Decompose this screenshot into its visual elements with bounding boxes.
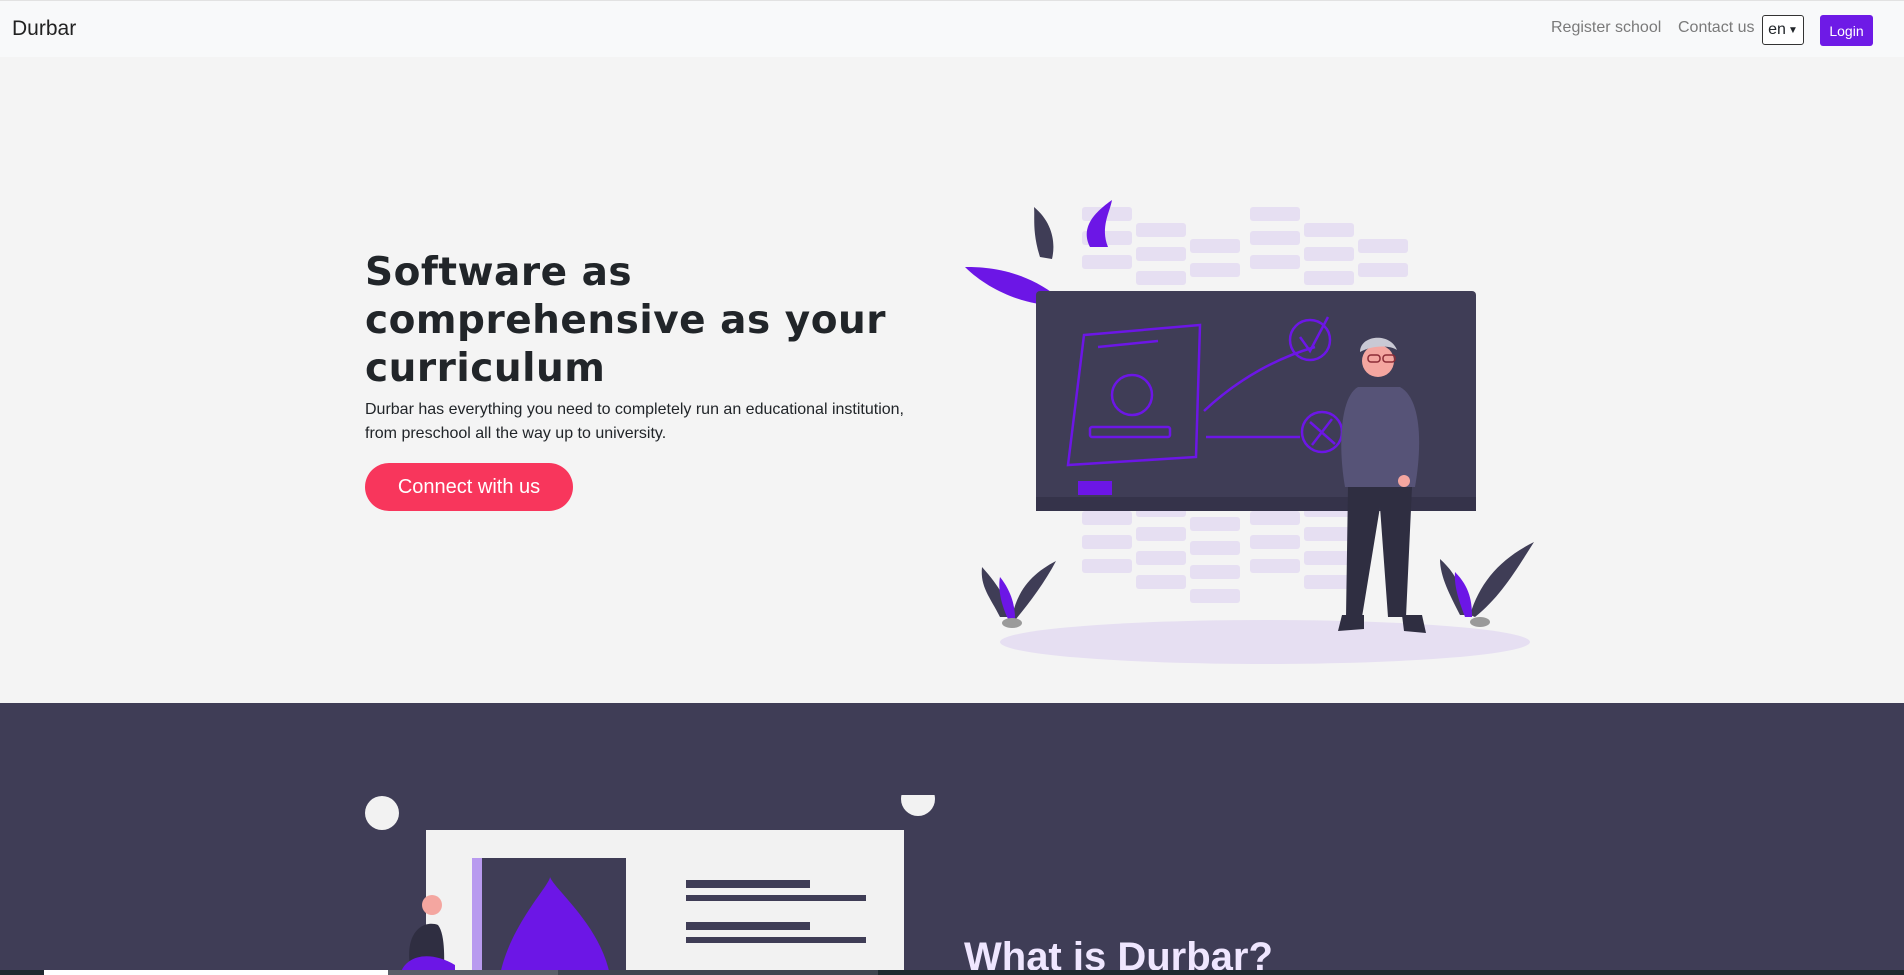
register-school-link[interactable]: Register school	[1551, 19, 1661, 37]
login-button[interactable]: Login	[1820, 15, 1873, 46]
hero-section: Software as comprehensive as your curric…	[0, 57, 1904, 703]
chevron-down-icon: ▼	[1787, 24, 1798, 36]
hero-title: Software as comprehensive as your curric…	[365, 250, 886, 391]
brand-logo[interactable]: Durbar	[12, 17, 76, 41]
teacher-blackboard-illustration	[965, 200, 1534, 664]
language-select[interactable]: en ▼	[1762, 15, 1804, 45]
language-select-value: en	[1768, 21, 1786, 38]
hero-description: Durbar has everything you need to comple…	[365, 401, 904, 442]
contact-us-link[interactable]: Contact us	[1678, 19, 1754, 37]
bottom-strip	[0, 970, 1904, 975]
navbar: Durbar Register school Contact us en ▼ L…	[0, 0, 1904, 57]
connect-with-us-button[interactable]: Connect with us	[365, 463, 573, 511]
about-title: What is Durbar?	[964, 935, 1273, 975]
about-section: What is Durbar?	[0, 703, 1904, 975]
about-illustration	[365, 795, 935, 975]
